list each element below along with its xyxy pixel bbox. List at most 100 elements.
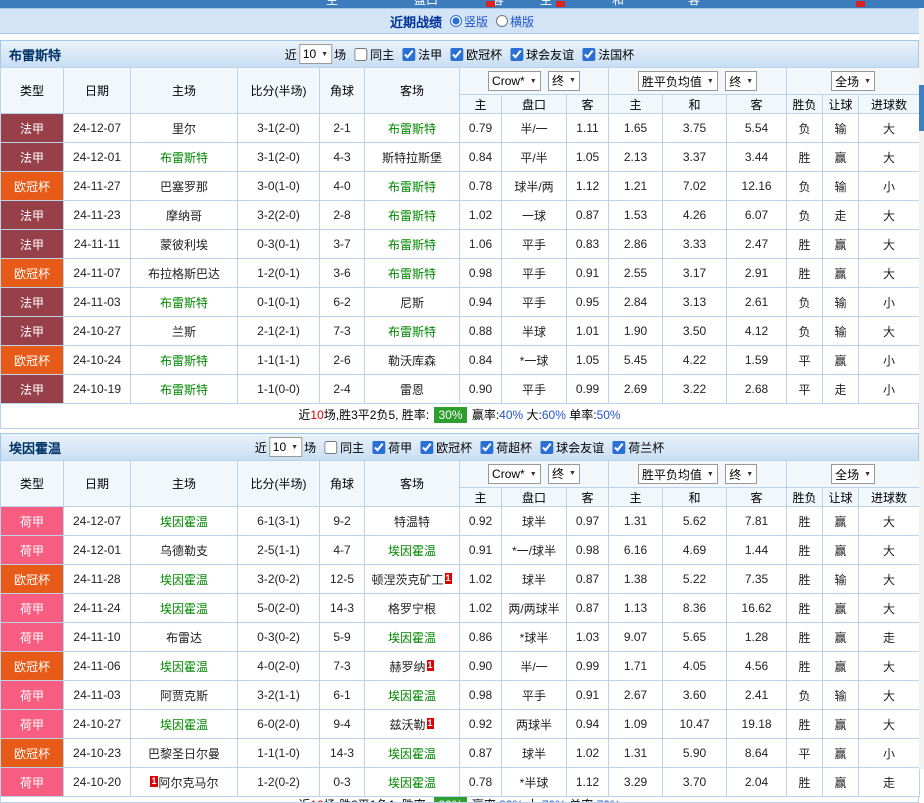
filter-label[interactable]: 球会友谊 <box>526 46 574 63</box>
filter-label[interactable]: 法甲 <box>418 46 442 63</box>
clipped-table-above: 主盘口客主和客 <box>0 0 924 8</box>
euro-home-odds: 2.55 <box>608 258 664 288</box>
away-team-cell: 埃因霍温 <box>364 535 460 565</box>
summary-text: 场,胜3平2负5, 胜率: <box>323 408 433 422</box>
euro-away-odds: 7.35 <box>726 564 788 594</box>
col-type: 类型 <box>0 67 64 114</box>
date-cell: 24-10-27 <box>63 709 131 739</box>
filter-checkbox-法国杯[interactable] <box>582 47 596 61</box>
filter-checkbox-同主[interactable] <box>354 47 368 61</box>
asian-home-odds: 0.78 <box>459 767 502 797</box>
team-link: 阿贾克斯 <box>159 688 208 703</box>
euro-draw-odds: 4.22 <box>662 345 728 375</box>
scrollbar[interactable] <box>919 8 924 769</box>
asian-away-odds: 1.05 <box>565 345 610 375</box>
euro-away-odds: 2.91 <box>726 258 788 288</box>
goals-result-cell: 小 <box>858 287 921 317</box>
recent-count-select[interactable]: 10 ▼ <box>268 437 303 457</box>
win-rate-badge: 30% <box>434 407 467 423</box>
filter-label[interactable]: 球会友谊 <box>556 439 604 456</box>
asian-term-select[interactable]: 终 ▼ <box>548 463 580 484</box>
filter-checkbox-欧冠杯[interactable] <box>420 440 434 454</box>
filter-checkbox-荷超杯[interactable] <box>480 440 494 454</box>
recent-count-select[interactable]: 10 ▼ <box>298 44 333 64</box>
filter-checkbox-荷兰杯[interactable] <box>612 440 626 454</box>
match-row: 欧冠杯 24-11-28 埃因霍温 3-2(0-2) 12-5 顿涅茨克矿工 1 1.02 球半… <box>0 564 921 594</box>
team-link: 格罗宁根 <box>387 601 436 616</box>
goals-result-cell: 小 <box>858 738 921 768</box>
filter-label[interactable]: 荷兰杯 <box>628 439 664 456</box>
asian-home-odds: 0.78 <box>459 171 502 201</box>
asian-home-odds: 0.90 <box>459 651 502 681</box>
chevron-down-icon: ▼ <box>569 470 576 478</box>
handicap-result-cell: 赢 <box>822 738 860 768</box>
euro-home-odds: 1.31 <box>608 738 664 768</box>
euro-draw-odds: 3.60 <box>662 680 728 710</box>
filter-label[interactable]: 同主 <box>340 439 364 456</box>
home-team-cell: 布雷斯特 <box>130 287 238 317</box>
winloss-result-cell: 胜 <box>786 535 824 565</box>
asian-handicap-line: 两球半 <box>501 709 567 739</box>
vertical-layout-label[interactable]: 竖版 <box>464 13 488 30</box>
filter-label[interactable]: 同主 <box>370 46 394 63</box>
col-date: 日期 <box>63 67 131 114</box>
score-cell: 1-2(0-2) <box>237 767 320 797</box>
filter-label[interactable]: 欧冠杯 <box>466 46 502 63</box>
handicap-result-cell: 输 <box>822 113 860 143</box>
asian-home-odds: 0.86 <box>459 622 502 652</box>
filter-checkbox-球会友谊[interactable] <box>510 47 524 61</box>
asian-away-odds: 0.95 <box>565 287 610 317</box>
filter-label[interactable]: 欧冠杯 <box>436 439 472 456</box>
team-link: 布雷斯特 <box>387 179 436 194</box>
euro-home-odds: 3.29 <box>608 767 664 797</box>
vertical-layout-radio[interactable] <box>449 15 462 27</box>
date-cell: 24-12-07 <box>63 506 131 536</box>
euro-away-col: 客 <box>726 487 788 507</box>
filter-checkbox-球会友谊[interactable] <box>540 440 554 454</box>
horizontal-layout-label[interactable]: 横版 <box>510 13 534 30</box>
asian-term-select[interactable]: 终 ▼ <box>548 70 580 91</box>
summary-text: 近 <box>298 408 311 422</box>
scope-select[interactable]: 全场 ▼ <box>831 464 876 484</box>
filter-checkbox-欧冠杯[interactable] <box>450 47 464 61</box>
red-card-badge: 1 <box>426 717 434 729</box>
scope-select[interactable]: 全场 ▼ <box>831 71 876 91</box>
asian-away-odds: 1.12 <box>565 767 610 797</box>
col-score: 比分(半场) <box>237 460 320 507</box>
euro-avg-select[interactable]: 胜平负均值 ▼ <box>637 464 718 484</box>
asian-odds-group: Crow* ▼ 终 ▼ <box>458 460 610 488</box>
euro-draw-odds: 3.33 <box>662 229 728 259</box>
asian-away-odds: 0.83 <box>565 229 610 259</box>
goals-result-cell: 走 <box>858 767 921 797</box>
bookmaker-select[interactable]: Crow* ▼ <box>488 71 541 92</box>
asian-home-odds: 0.90 <box>459 374 502 404</box>
euro-draw-odds: 3.13 <box>662 287 728 317</box>
euro-term-select[interactable]: 终 ▼ <box>725 464 758 484</box>
filter-checkbox-法甲[interactable] <box>402 47 416 61</box>
scrollbar-thumb[interactable] <box>919 85 924 131</box>
corner-cell: 2-1 <box>319 113 365 143</box>
euro-avg-select[interactable]: 胜平负均值 ▼ <box>637 71 718 91</box>
goals-result-cell: 大 <box>858 709 921 739</box>
bookmaker-select[interactable]: Crow* ▼ <box>488 464 541 485</box>
filter-label[interactable]: 法国杯 <box>598 46 634 63</box>
asian-handicap-line: 平手 <box>501 258 567 288</box>
filter-label[interactable]: 荷超杯 <box>496 439 532 456</box>
team-link: 赫罗纳 <box>389 659 426 674</box>
team-link: 布雷斯特 <box>387 208 436 223</box>
handicap-result-cell: 输 <box>822 287 860 317</box>
euro-home-odds: 9.07 <box>608 622 664 652</box>
filter-checkbox-同主[interactable] <box>324 440 338 454</box>
euro-home-odds: 2.84 <box>608 287 664 317</box>
winloss-result-cell: 平 <box>786 374 824 404</box>
horizontal-layout-radio[interactable] <box>496 15 508 27</box>
filter-checkbox-荷甲[interactable] <box>372 440 386 454</box>
euro-away-odds: 2.47 <box>726 229 788 259</box>
date-cell: 24-10-23 <box>63 738 131 768</box>
filter-label[interactable]: 荷甲 <box>388 439 412 456</box>
score-cell: 3-2(2-0) <box>237 200 320 230</box>
match-row: 欧冠杯 24-10-23 巴黎圣日尔曼 1-1(1-0) 14-3 埃因霍温 0.87 球半 1… <box>0 738 921 768</box>
euro-term-select[interactable]: 终 ▼ <box>725 71 758 91</box>
match-row: 法甲 24-11-11 蒙彼利埃 0-3(0-1) 3-7 布雷斯特 1.06 平手 0.83 2… <box>0 229 921 259</box>
corner-cell: 9-2 <box>319 506 365 536</box>
